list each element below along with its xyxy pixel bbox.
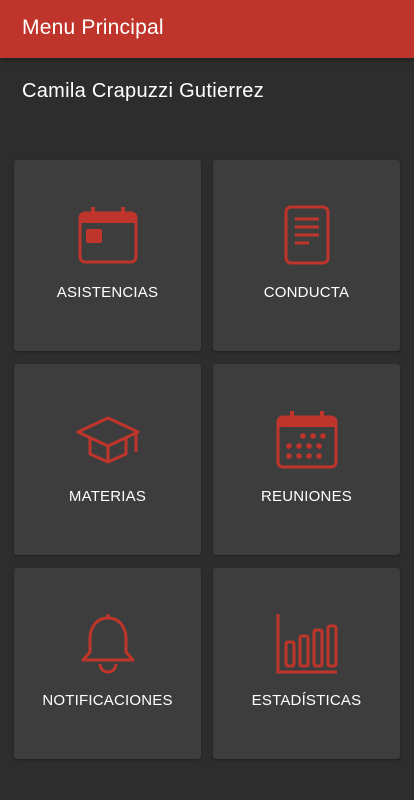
graduation-cap-icon xyxy=(76,408,140,472)
app-bar: Menu Principal xyxy=(0,0,414,58)
tile-label: ESTADÍSTICAS xyxy=(251,692,362,709)
tile-label: ASISTENCIAS xyxy=(56,284,159,301)
tile-label: REUNIONES xyxy=(261,488,352,505)
tile-label: MATERIAS xyxy=(68,488,147,505)
document-icon xyxy=(275,204,339,268)
tile-conducta[interactable]: CONDUCTA xyxy=(213,160,400,351)
user-name: Camila Crapuzzi Gutierrez xyxy=(22,80,265,102)
tile-label: CONDUCTA xyxy=(263,284,350,301)
tile-materias[interactable]: MATERIAS xyxy=(14,364,201,555)
tile-estadisticas[interactable]: ESTADÍSTICAS xyxy=(213,568,400,759)
calendar-grid-icon xyxy=(275,408,339,472)
menu-grid: ASISTENCIAS CONDUCTA MATERIAS REUNIONES … xyxy=(14,160,400,759)
bell-icon xyxy=(76,612,140,676)
tile-notificaciones[interactable]: NOTIFICACIONES xyxy=(14,568,201,759)
tile-label: NOTIFICACIONES xyxy=(42,692,173,709)
page-title: Menu Principal xyxy=(22,16,164,39)
tile-asistencias[interactable]: ASISTENCIAS xyxy=(14,160,201,351)
tile-reuniones[interactable]: REUNIONES xyxy=(213,364,400,555)
calendar-day-icon xyxy=(76,204,140,268)
bar-chart-icon xyxy=(275,612,339,676)
